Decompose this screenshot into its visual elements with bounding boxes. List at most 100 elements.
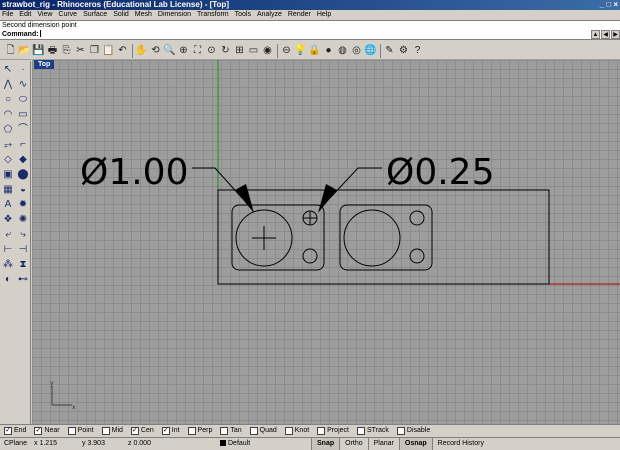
osnap-quad[interactable]: Quad: [249, 426, 277, 435]
four-views-icon[interactable]: ⊞: [233, 44, 246, 57]
shade-icon[interactable]: ●: [322, 44, 335, 57]
zoom-icon[interactable]: 🔍: [163, 44, 176, 57]
polyline-icon[interactable]: ⋀: [1, 78, 15, 92]
extrude-icon[interactable]: ◆: [16, 153, 30, 167]
layer-pane[interactable]: Default: [216, 438, 311, 450]
menu-help[interactable]: Help: [317, 10, 331, 20]
paste-icon[interactable]: 📋: [102, 44, 115, 57]
scroll-left-button[interactable]: ◀: [601, 30, 610, 39]
menu-curve[interactable]: Curve: [58, 10, 77, 20]
checkbox[interactable]: ✓: [130, 426, 139, 435]
save-icon[interactable]: 💾: [32, 44, 45, 57]
ortho-toggle[interactable]: Ortho: [339, 438, 368, 450]
osnap-int[interactable]: ✓ Int: [161, 426, 180, 435]
rotate-view-icon[interactable]: ⟲: [149, 44, 162, 57]
arc-icon[interactable]: ◠: [1, 108, 15, 122]
checkbox[interactable]: [317, 426, 326, 435]
copy-icon[interactable]: ❐: [88, 44, 101, 57]
offset-curve-icon[interactable]: ⥅: [1, 138, 15, 152]
light-icon[interactable]: 💡: [294, 44, 307, 57]
rectangle-icon[interactable]: ▭: [16, 108, 30, 122]
split-icon[interactable]: ⤷: [16, 228, 30, 242]
checkbox[interactable]: [249, 426, 258, 435]
minimize-button[interactable]: _: [600, 0, 604, 9]
sphere-icon[interactable]: ◎: [350, 44, 363, 57]
solid-sphere-icon[interactable]: ⬤: [16, 168, 30, 182]
checkbox[interactable]: [396, 426, 405, 435]
window-controls[interactable]: _ □ ×: [600, 0, 618, 10]
osnap-perp[interactable]: Perp: [187, 426, 212, 435]
block-icon[interactable]: ❖: [1, 213, 15, 227]
command-line[interactable]: Command:: [0, 30, 620, 40]
menu-transform[interactable]: Transform: [197, 10, 229, 20]
array-icon[interactable]: ⁂: [1, 258, 15, 272]
rebuild-icon[interactable]: ⊣: [16, 243, 30, 257]
checkbox[interactable]: [101, 426, 110, 435]
lights-icon[interactable]: ✹: [16, 198, 30, 212]
options-icon[interactable]: ⚙: [397, 44, 410, 57]
select-icon[interactable]: ⊖: [280, 44, 293, 57]
menu-mesh[interactable]: Mesh: [135, 10, 152, 20]
undo-icon[interactable]: ↶: [116, 44, 129, 57]
point-icon[interactable]: ·: [16, 63, 30, 77]
osnap-toggle[interactable]: Osnap: [398, 438, 432, 450]
curve-icon[interactable]: ∿: [16, 78, 30, 92]
osnap-project[interactable]: Project: [317, 426, 349, 435]
text-icon[interactable]: A: [1, 198, 15, 212]
scroll-up-button[interactable]: ▲: [591, 30, 600, 39]
fillet-icon[interactable]: ⌐: [16, 138, 30, 152]
polygon-icon[interactable]: ⬠: [1, 123, 15, 137]
checkbox[interactable]: ✓: [161, 426, 170, 435]
close-button[interactable]: ×: [613, 0, 618, 9]
osnap-strack[interactable]: STrack: [356, 426, 389, 435]
properties-icon[interactable]: ✎: [383, 44, 396, 57]
print-icon[interactable]: 🖶: [46, 44, 59, 57]
menu-analyze[interactable]: Analyze: [257, 10, 282, 20]
osnap-mid[interactable]: Mid: [101, 426, 123, 435]
mesh-icon[interactable]: ▦: [1, 183, 15, 197]
analyze-icon[interactable]: ◐: [1, 273, 15, 287]
render-icon[interactable]: ◍: [336, 44, 349, 57]
cplane-icon[interactable]: ▭: [247, 44, 260, 57]
boolean-icon[interactable]: ◒: [16, 183, 30, 197]
checkbox[interactable]: ✓: [34, 426, 43, 435]
zoom-extents-icon[interactable]: ⛶: [191, 44, 204, 57]
lock-icon[interactable]: 🔒: [308, 44, 321, 57]
menu-render[interactable]: Render: [288, 10, 311, 20]
osnap-tan[interactable]: Tan: [220, 426, 242, 435]
checkbox[interactable]: [220, 426, 229, 435]
import-icon[interactable]: ⎘: [60, 44, 73, 57]
surface-icon[interactable]: ◇: [1, 153, 15, 167]
new-icon[interactable]: 🗋: [4, 44, 17, 57]
help-icon[interactable]: ?: [411, 44, 424, 57]
osnap-knot[interactable]: Knot: [284, 426, 309, 435]
pan-icon[interactable]: ✋: [135, 44, 148, 57]
fillet-curve-icon[interactable]: ⌒: [16, 123, 30, 137]
osnap-disable[interactable]: Disable: [396, 426, 430, 435]
circle-icon[interactable]: ○: [1, 93, 15, 107]
zoom-selected-icon[interactable]: ⊙: [205, 44, 218, 57]
menu-tools[interactable]: Tools: [235, 10, 251, 20]
open-icon[interactable]: 📂: [18, 44, 31, 57]
menu-file[interactable]: File: [2, 10, 13, 20]
mirror-icon[interactable]: ⧗: [16, 258, 30, 272]
checkbox[interactable]: ✓: [4, 426, 12, 435]
record-history-toggle[interactable]: Record History: [431, 438, 489, 450]
ellipse-icon[interactable]: ⬭: [16, 93, 30, 107]
join-icon[interactable]: ⊢: [1, 243, 15, 257]
box-icon[interactable]: ▣: [1, 168, 15, 182]
osnap-cen[interactable]: ✓ Cen: [130, 426, 154, 435]
checkbox[interactable]: [67, 426, 76, 435]
show-icon[interactable]: ◉: [261, 44, 274, 57]
checkbox[interactable]: [187, 426, 196, 435]
checkbox[interactable]: [284, 426, 293, 435]
maximize-button[interactable]: □: [606, 0, 611, 9]
menu-solid[interactable]: Solid: [113, 10, 129, 20]
redraw-icon[interactable]: ↻: [219, 44, 232, 57]
dimension-icon[interactable]: ⊷: [16, 273, 30, 287]
viewport-tab[interactable]: Top: [34, 60, 55, 69]
osnap-point[interactable]: Point: [67, 426, 94, 435]
menu-edit[interactable]: Edit: [19, 10, 31, 20]
cut-icon[interactable]: ✂: [74, 44, 87, 57]
menu-surface[interactable]: Surface: [83, 10, 107, 20]
